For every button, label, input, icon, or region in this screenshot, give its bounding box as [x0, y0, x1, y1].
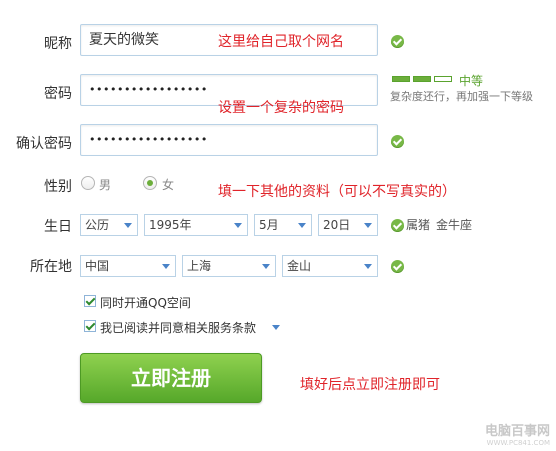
register-button[interactable]: 立即注册	[80, 353, 262, 403]
strength-segment	[434, 76, 452, 82]
password-strength-level: 中等	[459, 74, 484, 88]
confirm-password-label: 确认密码	[16, 136, 72, 152]
watermark-name: 电脑百事网	[484, 424, 550, 439]
nickname-label: 昵称	[44, 36, 72, 52]
strength-segment	[413, 76, 431, 82]
day-select[interactable]: 20日	[318, 214, 378, 236]
location-label: 所在地	[30, 259, 72, 275]
chevron-down-icon	[162, 264, 170, 269]
province-value: 上海	[187, 259, 212, 273]
calendar-value: 公历	[85, 218, 110, 232]
gender-male-radio[interactable]	[81, 176, 95, 190]
chevron-down-icon	[124, 223, 132, 228]
qq-space-checkbox[interactable]	[84, 295, 96, 307]
confirm-password-input[interactable]: •••••••••••••••••	[80, 124, 378, 156]
zodiac-text: 属猪	[406, 218, 431, 232]
submit-note: 填好后点立即注册即可	[300, 377, 440, 393]
watermark-url: WWW.PC841.COM	[486, 439, 550, 447]
agreement-label[interactable]: 我已阅读并同意相关服务条款	[100, 319, 256, 336]
gender-female-label: 女	[162, 178, 175, 192]
birthday-label: 生日	[44, 219, 72, 235]
year-select[interactable]: 1995年	[144, 214, 248, 236]
chevron-down-icon	[364, 223, 372, 228]
month-select[interactable]: 5月	[254, 214, 312, 236]
chevron-down-icon	[234, 223, 242, 228]
nickname-note: 这里给自己取个网名	[218, 34, 344, 50]
agreement-checkbox[interactable]	[84, 320, 96, 332]
district-value: 金山	[287, 259, 312, 273]
chevron-down-icon	[364, 264, 372, 269]
watermark-logo: 电脑百事网 WWW.PC841.COM	[485, 420, 550, 447]
day-value: 20日	[323, 218, 351, 232]
qq-space-label: 同时开通QQ空间	[100, 296, 191, 310]
chevron-down-icon	[262, 264, 270, 269]
password-strength-hint: 复杂度还行，再加强一下等级	[390, 90, 533, 103]
month-value: 5月	[259, 218, 279, 232]
constellation-text: 金牛座	[436, 218, 473, 232]
other-info-note: 填一下其他的资料（可以不写真实的）	[218, 184, 456, 200]
gender-male-label: 男	[99, 178, 112, 192]
country-select[interactable]: 中国	[80, 255, 176, 277]
password-note: 设置一个复杂的密码	[218, 100, 344, 116]
calendar-select[interactable]: 公历	[80, 214, 138, 236]
birthday-valid-icon	[391, 219, 404, 232]
chevron-down-icon	[298, 223, 306, 228]
confirm-valid-icon	[391, 135, 404, 148]
agreement-expand-icon[interactable]	[272, 325, 280, 330]
gender-female-radio[interactable]	[143, 176, 157, 190]
nickname-valid-icon	[391, 35, 404, 48]
password-label: 密码	[44, 86, 72, 102]
gender-label: 性别	[44, 179, 72, 195]
country-value: 中国	[85, 259, 110, 273]
district-select[interactable]: 金山	[282, 255, 378, 277]
province-select[interactable]: 上海	[182, 255, 276, 277]
location-valid-icon	[391, 260, 404, 273]
strength-segment	[392, 76, 410, 82]
year-value: 1995年	[149, 218, 192, 232]
